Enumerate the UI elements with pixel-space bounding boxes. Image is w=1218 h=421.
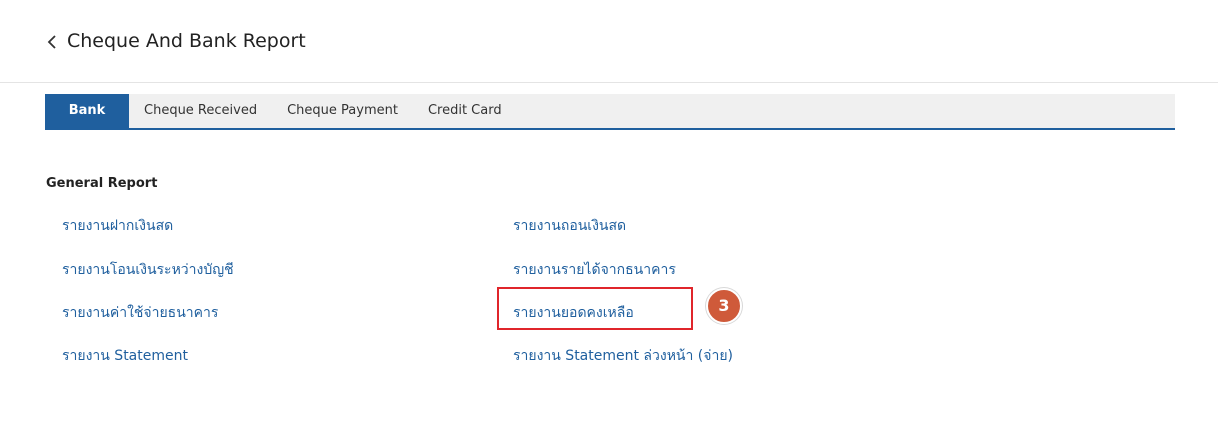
page: Cheque And Bank Report Bank Cheque Recei… — [0, 0, 1218, 421]
tab-credit-card[interactable]: Credit Card — [413, 94, 517, 128]
chevron-left-icon[interactable] — [45, 33, 59, 51]
page-title: Cheque And Bank Report — [67, 30, 306, 52]
link-inter-account-transfer-report[interactable]: รายงานโอนเงินระหว่างบัญชี — [62, 259, 234, 281]
highlight-box — [497, 287, 693, 330]
link-statement-report[interactable]: รายงาน Statement — [62, 345, 188, 367]
page-header: Cheque And Bank Report — [0, 0, 1218, 83]
link-bank-expense-report[interactable]: รายงานค่าใช้จ่ายธนาคาร — [62, 302, 218, 324]
tab-cheque-payment[interactable]: Cheque Payment — [272, 94, 413, 128]
report-tabs: Bank Cheque Received Cheque Payment Cred… — [45, 94, 1175, 130]
link-cash-deposit-report[interactable]: รายงานฝากเงินสด — [62, 215, 173, 237]
tab-cheque-received[interactable]: Cheque Received — [129, 94, 272, 128]
tab-bank[interactable]: Bank — [45, 94, 129, 128]
general-report-title: General Report — [46, 176, 158, 191]
link-cash-withdrawal-report[interactable]: รายงานถอนเงินสด — [513, 215, 626, 237]
step-badge: 3 — [706, 288, 742, 324]
link-advance-statement-payment-report[interactable]: รายงาน Statement ล่วงหน้า (จ่าย) — [513, 345, 733, 367]
link-bank-income-report[interactable]: รายงานรายได้จากธนาคาร — [513, 259, 676, 281]
